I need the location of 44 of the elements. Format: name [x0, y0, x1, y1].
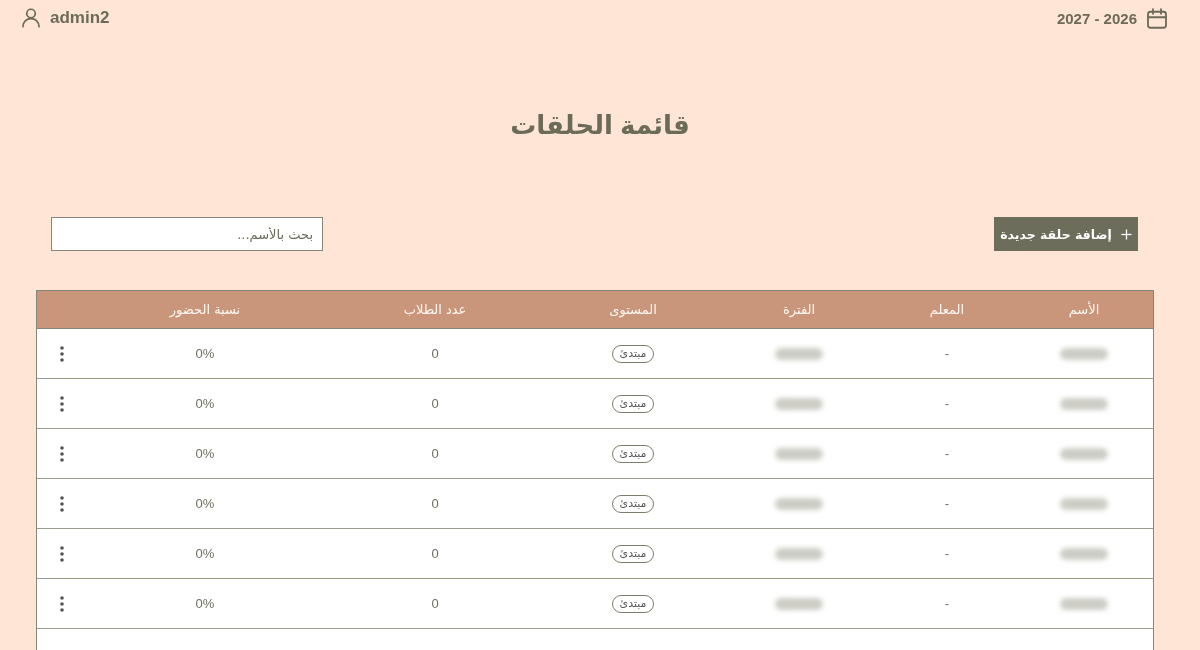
column-header: نسبة الحضور	[169, 302, 241, 317]
calendar-icon	[1147, 7, 1167, 29]
attendance-text: 0%	[195, 346, 215, 361]
more-options-icon[interactable]	[60, 595, 64, 612]
teacher-text: -	[944, 546, 950, 561]
more-options-icon[interactable]	[60, 395, 64, 412]
column-header: عدد الطلاب	[403, 302, 467, 317]
student-count-text: 0	[431, 596, 439, 611]
column-header: الأسم	[1068, 302, 1100, 317]
user-icon	[22, 8, 40, 28]
level-tag: مبتدئ	[611, 444, 655, 463]
student-count-text: 0	[431, 396, 439, 411]
teacher-text: -	[944, 396, 950, 411]
student-count-text: 0	[431, 346, 439, 361]
level-tag: مبتدئ	[611, 344, 655, 363]
page-title: قائمة الحلقات	[510, 109, 690, 142]
teacher-text: -	[944, 346, 950, 361]
column-header: المستوى	[609, 302, 657, 317]
teacher-text: -	[944, 446, 950, 461]
more-options-icon[interactable]	[60, 345, 64, 362]
more-options-icon[interactable]	[60, 445, 64, 462]
academic-year-text: 2027 - 2026	[1056, 9, 1137, 27]
search-field[interactable]: بحث بالأسم...	[51, 217, 323, 251]
level-tag: مبتدئ	[611, 594, 655, 613]
attendance-text: 0%	[195, 546, 215, 561]
student-count-text: 0	[431, 546, 439, 561]
attendance-text: 0%	[195, 446, 215, 461]
teacher-text: -	[944, 596, 950, 611]
column-header: الفترة	[782, 302, 816, 317]
more-options-icon[interactable]	[60, 545, 64, 562]
column-header: المعلم	[929, 302, 965, 317]
more-options-icon[interactable]	[60, 495, 64, 512]
student-count-text: 0	[431, 496, 439, 511]
plus-icon	[1120, 228, 1132, 240]
teacher-text: -	[944, 496, 950, 511]
username-text: admin2	[50, 8, 110, 28]
attendance-text: 0%	[195, 596, 215, 611]
level-tag: مبتدئ	[611, 544, 655, 563]
attendance-text: 0%	[195, 396, 215, 411]
student-count-text: 0	[431, 446, 439, 461]
level-tag: مبتدئ	[611, 494, 655, 513]
add-circle-button[interactable]: إضافة حلقة جديدة	[994, 217, 1138, 251]
level-tag: مبتدئ	[611, 394, 655, 413]
attendance-text: 0%	[195, 496, 215, 511]
